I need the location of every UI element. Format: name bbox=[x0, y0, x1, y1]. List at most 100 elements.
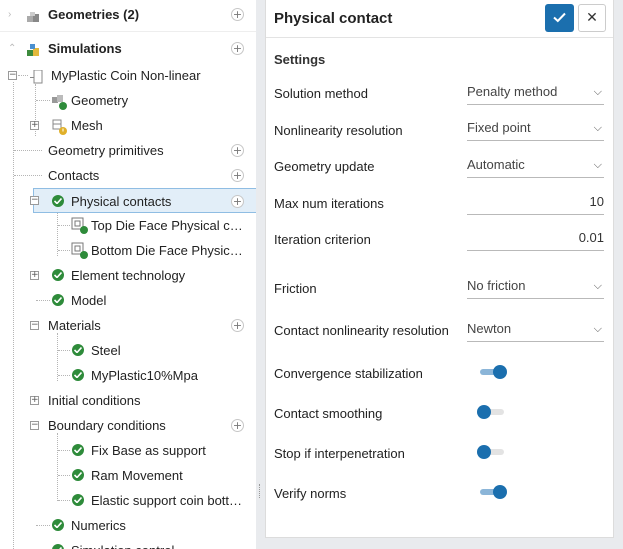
tree-item-label: Top Die Face Physical con... bbox=[91, 218, 246, 233]
tree-item-label: MyPlastic Coin Non-linear bbox=[51, 68, 201, 83]
convergence-stabilization-label: Convergence stabilization bbox=[274, 366, 423, 381]
chevron-down-icon: ⌵ bbox=[593, 280, 602, 292]
tree-item-bottom-die-face[interactable]: Bottom Die Face Physical... bbox=[0, 238, 256, 263]
valid-check-icon bbox=[52, 294, 64, 306]
tree-item-label: Bottom Die Face Physical... bbox=[91, 243, 246, 258]
chevron-right-icon[interactable]: › bbox=[8, 2, 11, 27]
tree-item-mesh[interactable]: + Mesh bbox=[0, 113, 256, 138]
collapse-toggle[interactable]: − bbox=[30, 321, 39, 330]
stop-interpenetration-toggle[interactable] bbox=[477, 445, 504, 460]
tree-item-steel[interactable]: Steel bbox=[0, 338, 256, 363]
iteration-criterion-input[interactable]: 0.01 bbox=[467, 227, 604, 251]
valid-check-icon bbox=[72, 469, 84, 481]
tree-item-label: Simulations bbox=[48, 41, 122, 56]
tree-item-initial-conditions[interactable]: + Initial conditions bbox=[0, 388, 256, 413]
tree-item-myplastic-material[interactable]: MyPlastic10%Mpa bbox=[0, 363, 256, 388]
collapse-toggle[interactable]: − bbox=[30, 421, 39, 430]
valid-check-icon bbox=[52, 195, 64, 207]
tree-item-model[interactable]: Model bbox=[0, 288, 256, 313]
geometry-update-select[interactable]: Automatic ⌵ bbox=[467, 154, 604, 178]
add-contact-button[interactable]: + bbox=[231, 169, 244, 182]
valid-check-icon bbox=[72, 494, 84, 506]
add-material-button[interactable]: + bbox=[231, 319, 244, 332]
chevron-down-icon: ⌵ bbox=[593, 323, 602, 335]
collapse-toggle[interactable]: − bbox=[30, 196, 39, 205]
tree-item-label: Geometries (2) bbox=[48, 7, 140, 22]
tree-item-physical-contacts[interactable]: Physical contacts + bbox=[33, 188, 256, 213]
valid-check-icon bbox=[72, 369, 84, 381]
expand-toggle[interactable]: + bbox=[30, 271, 39, 280]
chevron-down-icon: ⌵ bbox=[593, 86, 602, 98]
valid-check-icon bbox=[52, 269, 64, 281]
property-panel: Physical contact ✕ Settings Solution met… bbox=[265, 0, 614, 538]
contact-smoothing-label: Contact smoothing bbox=[274, 406, 383, 421]
add-physical-contact-button[interactable]: + bbox=[231, 195, 244, 208]
tree-item-label: Boundary conditions bbox=[48, 418, 166, 433]
tree-item-label: Geometry primitives bbox=[48, 143, 164, 158]
max-iterations-label: Max num iterations bbox=[274, 196, 384, 211]
panel-header: Physical contact ✕ bbox=[266, 0, 613, 38]
expand-toggle[interactable]: + bbox=[30, 396, 39, 405]
geometry-update-label: Geometry update bbox=[274, 159, 375, 174]
tree-item-label: Mesh bbox=[71, 118, 103, 133]
add-boundary-condition-button[interactable]: + bbox=[231, 419, 244, 432]
tree-item-label: Steel bbox=[91, 343, 121, 358]
tree-item-simulation-control[interactable]: Simulation control bbox=[0, 538, 256, 549]
chevron-down-icon: ⌵ bbox=[593, 122, 602, 134]
solution-method-label: Solution method bbox=[274, 86, 368, 101]
tree-item-numerics[interactable]: Numerics bbox=[0, 513, 256, 538]
tree-item-ram-movement[interactable]: Ram Movement bbox=[0, 463, 256, 488]
tree-item-geometry-primitives[interactable]: Geometry primitives + bbox=[0, 138, 256, 163]
tree-item-label: Materials bbox=[48, 318, 101, 333]
collapse-toggle[interactable]: − bbox=[8, 71, 17, 80]
simulation-tree: › Geometries (2) + ⌃ Simulations + − MyP… bbox=[0, 0, 256, 549]
tree-item-element-technology[interactable]: + Element technology bbox=[0, 263, 256, 288]
valid-check-icon bbox=[52, 519, 64, 531]
tree-item-label: Contacts bbox=[48, 168, 100, 183]
tree-item-label: Physical contacts bbox=[71, 194, 172, 209]
tree-item-top-die-face[interactable]: Top Die Face Physical con... bbox=[0, 213, 256, 238]
add-simulation-button[interactable]: + bbox=[231, 42, 244, 55]
panel-splitter[interactable] bbox=[256, 0, 265, 549]
contact-smoothing-toggle[interactable] bbox=[477, 405, 504, 420]
max-iterations-input[interactable]: 10 bbox=[467, 191, 604, 215]
valid-check-icon bbox=[72, 344, 84, 356]
chevron-down-icon[interactable]: ⌃ bbox=[8, 36, 16, 61]
verify-norms-label: Verify norms bbox=[274, 486, 347, 501]
add-geometry-button[interactable]: + bbox=[231, 8, 244, 21]
close-button[interactable]: ✕ bbox=[578, 4, 606, 32]
geometries-icon bbox=[27, 8, 41, 33]
tree-item-geometries[interactable]: › Geometries (2) + bbox=[0, 2, 256, 27]
tree-item-label: Fix Base as support bbox=[91, 443, 206, 458]
iteration-criterion-label: Iteration criterion bbox=[274, 232, 371, 247]
contact-nonlinearity-select[interactable]: Newton ⌵ bbox=[467, 318, 604, 342]
contact-nonlinearity-label: Contact nonlinearity resolution bbox=[274, 323, 449, 338]
tree-item-elastic-support[interactable]: Elastic support coin botto... bbox=[0, 488, 256, 513]
checkmark-icon bbox=[553, 12, 566, 23]
solution-method-select[interactable]: Penalty method ⌵ bbox=[467, 81, 604, 105]
convergence-stabilization-toggle[interactable] bbox=[480, 365, 507, 380]
friction-label: Friction bbox=[274, 281, 317, 296]
nonlinearity-resolution-select[interactable]: Fixed point ⌵ bbox=[467, 117, 604, 141]
valid-check-icon bbox=[72, 444, 84, 456]
valid-check-icon bbox=[52, 544, 64, 549]
confirm-button[interactable] bbox=[545, 4, 574, 32]
tree-item-boundary-conditions[interactable]: − Boundary conditions + bbox=[0, 413, 256, 438]
friction-select[interactable]: No friction ⌵ bbox=[467, 275, 604, 299]
tree-item-simulation[interactable]: − MyPlastic Coin Non-linear bbox=[0, 63, 256, 88]
expand-toggle[interactable]: + bbox=[30, 121, 39, 130]
tree-item-label: Elastic support coin botto... bbox=[91, 493, 246, 508]
verify-norms-toggle[interactable] bbox=[480, 485, 507, 500]
tree-item-fix-base[interactable]: Fix Base as support bbox=[0, 438, 256, 463]
tree-item-label: Simulation control bbox=[71, 538, 174, 549]
tree-item-geometry[interactable]: Geometry bbox=[0, 88, 256, 113]
tree-item-materials[interactable]: − Materials + bbox=[0, 313, 256, 338]
tree-item-label: Element technology bbox=[71, 268, 186, 283]
chevron-down-icon: ⌵ bbox=[593, 159, 602, 171]
splitter-grip[interactable] bbox=[259, 484, 261, 498]
add-primitive-button[interactable]: + bbox=[231, 144, 244, 157]
tree-item-simulations[interactable]: ⌃ Simulations + bbox=[0, 36, 256, 61]
tree-item-contacts[interactable]: Contacts + bbox=[0, 163, 256, 188]
settings-heading: Settings bbox=[274, 52, 326, 67]
tree-item-label: Ram Movement bbox=[91, 468, 183, 483]
